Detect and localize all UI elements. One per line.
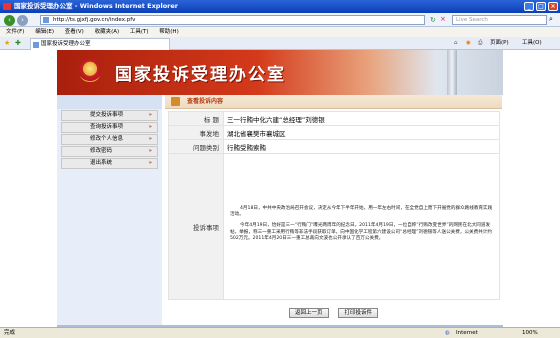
menu-favorites[interactable]: 收藏夹(A) <box>95 27 120 37</box>
sidebar: 提交投诉事项 » 查询投诉事项 » 修改个人信息 » 修改密码 » 退出系统 » <box>57 95 162 325</box>
globe-icon: ◍ <box>445 330 450 336</box>
home-icon[interactable]: ⌂ <box>454 39 458 48</box>
title-value: 三一行贿中化六建“总经理”刘德银 <box>223 111 500 126</box>
sidebar-item-query[interactable]: 查询投诉事项 » <box>61 122 158 133</box>
url-field[interactable]: http://ts.gjxfj.gov.cn/index.pfv <box>40 15 425 25</box>
action-buttons: 返回上一页 打印投诉件 <box>165 308 502 320</box>
place-label: 事发地 <box>168 125 224 140</box>
double-arrow-icon: » <box>148 124 152 130</box>
sidebar-item-password[interactable]: 修改密码 » <box>61 146 158 157</box>
zone-text: Internet <box>456 330 478 336</box>
sidebar-item-label: 提交投诉事项 <box>90 112 124 118</box>
national-emblem-icon <box>79 58 101 82</box>
window-titlebar: 国家投诉受理办公室 - Windows Internet Explorer _ … <box>0 0 560 13</box>
table-row: 标 题 三一行贿中化六建“总经理”刘德银 <box>168 111 500 126</box>
tools-menu[interactable]: 工具(O) <box>522 39 542 48</box>
page-menu[interactable]: 页面(P) <box>490 39 509 48</box>
page-icon <box>43 17 49 23</box>
type-label: 问题类别 <box>168 139 224 154</box>
content-paragraph: 今年4月19日，恰好是三一“行贿门”曝光两周年的纪念日。2011年4月19日，一… <box>230 223 493 241</box>
stop-icon[interactable]: × <box>440 15 446 23</box>
panel-header: 查看投诉内容 <box>165 95 502 109</box>
status-bar: 完成 ◍ Internet 100% <box>0 327 560 338</box>
favorites-star-icon[interactable]: ★ <box>4 39 10 47</box>
table-row: 事发地 湖北省襄樊市襄城区 <box>168 125 500 140</box>
menu-bar: 文件(F) 编辑(E) 查看(V) 收藏夹(A) 工具(T) 帮助(H) <box>0 27 560 37</box>
status-text: 完成 <box>4 330 16 336</box>
menu-tools[interactable]: 工具(T) <box>130 27 149 37</box>
sidebar-item-label: 修改个人信息 <box>90 136 124 142</box>
feed-icon[interactable]: ◉ <box>466 39 471 48</box>
sidebar-item-label: 退出系统 <box>90 160 113 166</box>
double-arrow-icon: » <box>148 160 152 166</box>
forward-arrow-icon[interactable]: › <box>17 15 28 26</box>
sidebar-item-submit[interactable]: 提交投诉事项 » <box>61 110 158 121</box>
menu-file[interactable]: 文件(F) <box>6 27 24 37</box>
search-placeholder: Live Search <box>456 17 488 23</box>
sidebar-item-profile[interactable]: 修改个人信息 » <box>61 134 158 145</box>
sidebar-item-label: 修改密码 <box>90 148 113 154</box>
document-icon <box>171 97 180 106</box>
content-label: 投诉事项 <box>168 153 224 300</box>
site-banner: 国家投诉受理办公室 <box>57 50 503 95</box>
zoom-level[interactable]: 100% <box>522 328 538 338</box>
window-title: 国家投诉受理办公室 - Windows Internet Explorer <box>14 2 178 10</box>
minimize-button[interactable]: _ <box>524 2 534 11</box>
refresh-icon[interactable]: ↻ <box>430 16 436 24</box>
maximize-button[interactable]: □ <box>536 2 546 11</box>
tab-page-icon <box>33 42 39 48</box>
tab-label: 国家投诉受理办公室 <box>41 41 91 47</box>
url-text: http://ts.gjxfj.gov.cn/index.pfv <box>53 17 136 23</box>
close-button[interactable]: × <box>548 2 558 11</box>
back-arrow-icon[interactable]: ‹ <box>4 15 15 26</box>
menu-help[interactable]: 帮助(H) <box>159 27 178 37</box>
sidebar-item-logout[interactable]: 退出系统 » <box>61 158 158 169</box>
double-arrow-icon: » <box>148 112 152 118</box>
content-body: 4月18日，中共中央政治局召开会议，决定从今年下半年开始，用一年左右时间，在全党… <box>223 153 500 300</box>
double-arrow-icon: » <box>148 148 152 154</box>
huabiao-pillar-icon <box>447 50 457 95</box>
panel-heading: 查看投诉内容 <box>187 98 224 105</box>
complaint-detail-panel: 查看投诉内容 标 题 三一行贿中化六建“总经理”刘德银 事发地 湖北省襄樊市襄城… <box>165 95 502 325</box>
print-button[interactable]: 打印投诉件 <box>338 308 378 318</box>
search-icon[interactable]: ⌕ <box>549 15 553 24</box>
content-paragraph: 4月18日，中共中央政治局召开会议，决定从今年下半年开始，用一年左右时间，在全党… <box>230 205 493 218</box>
title-label: 标 题 <box>168 111 224 126</box>
menu-edit[interactable]: 编辑(E) <box>35 27 54 37</box>
place-value: 湖北省襄樊市襄城区 <box>223 125 500 140</box>
tab-active[interactable]: 国家投诉受理办公室 <box>30 38 170 50</box>
sidebar-item-label: 查询投诉事项 <box>90 124 124 130</box>
complaint-table: 标 题 三一行贿中化六建“总经理”刘德银 事发地 湖北省襄樊市襄城区 问题类别 … <box>168 111 500 300</box>
banner-title: 国家投诉受理办公室 <box>115 65 286 85</box>
add-favorite-icon[interactable]: ✚ <box>15 39 21 47</box>
page-content: 国家投诉受理办公室 提交投诉事项 » 查询投诉事项 » 修改个人信息 » 修改密… <box>0 50 560 327</box>
back-button[interactable]: 返回上一页 <box>289 308 329 318</box>
print-icon[interactable]: ⎙ <box>478 39 482 48</box>
sidebar-header <box>57 95 162 109</box>
table-row: 投诉事项 4月18日，中共中央政治局召开会议，决定从今年下半年开始，用一年左右时… <box>168 153 500 300</box>
double-arrow-icon: » <box>148 136 152 142</box>
type-value: 行贿受贿索贿 <box>223 139 500 154</box>
search-input[interactable]: Live Search <box>452 15 547 25</box>
address-bar: ‹ › http://ts.gjxfj.gov.cn/index.pfv ↻ ×… <box>0 13 560 27</box>
tab-bar: ★ ✚ 国家投诉受理办公室 ⌂ ◉ ⎙ 页面(P) 工具(O) <box>0 37 560 50</box>
table-row: 问题类别 行贿受贿索贿 <box>168 139 500 154</box>
ie-app-icon <box>3 3 11 10</box>
menu-view[interactable]: 查看(V) <box>65 27 84 37</box>
